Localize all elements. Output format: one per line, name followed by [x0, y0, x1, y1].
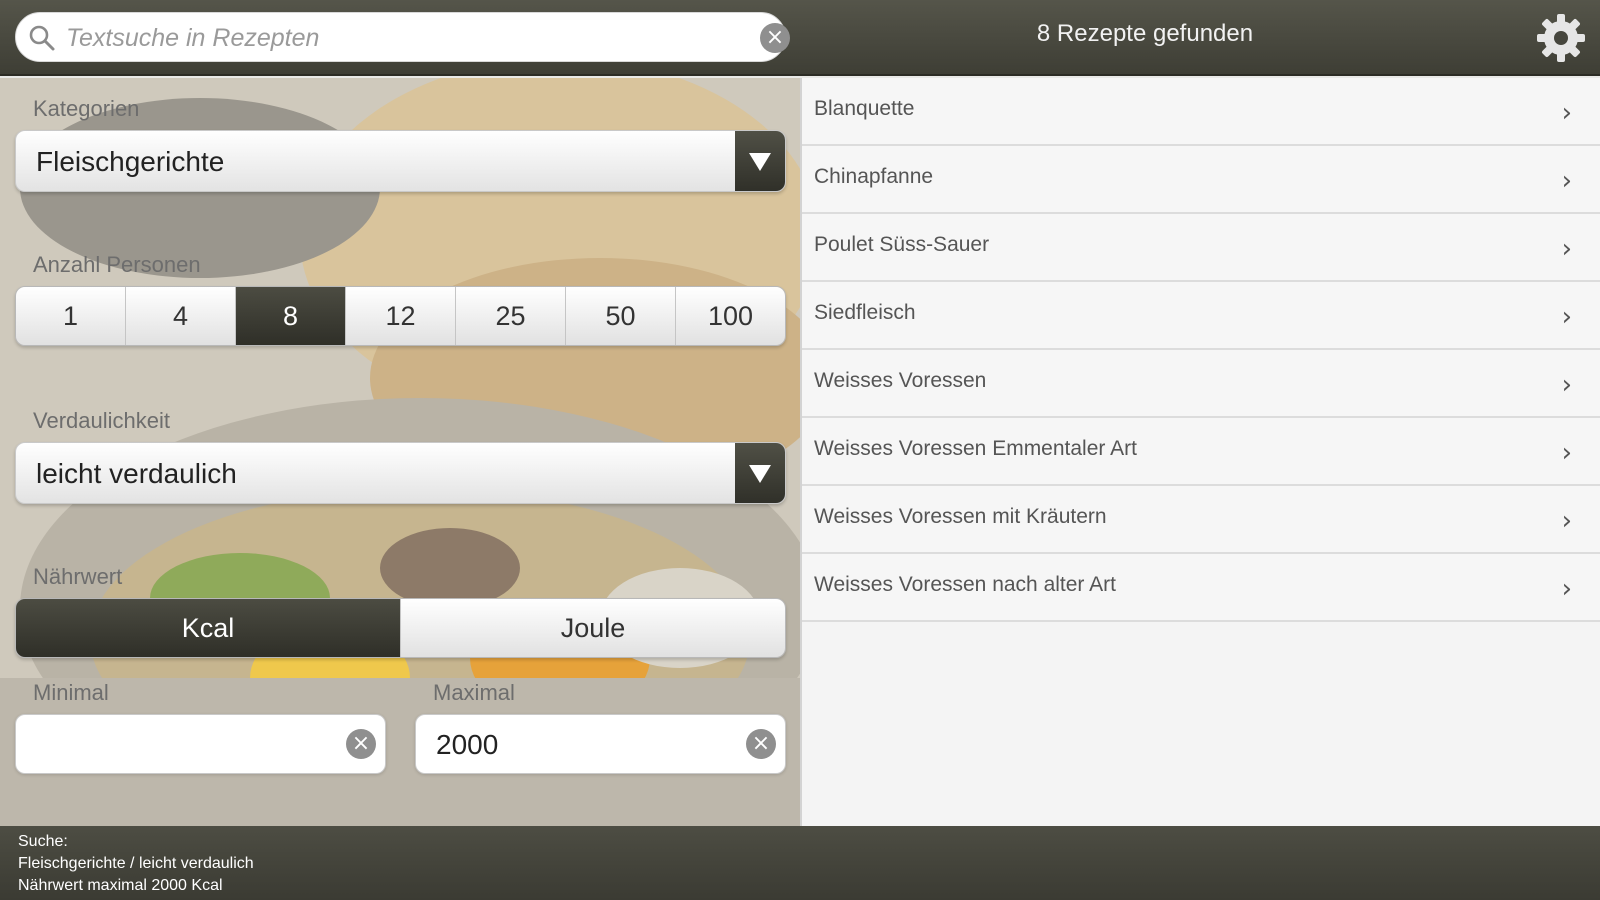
maximal-field[interactable]: × — [415, 714, 786, 774]
persons-label: Anzahl Personen — [33, 252, 201, 277]
persons-selector: 1 4 8 12 25 50 100 — [15, 286, 786, 346]
recipe-name: Blanquette — [814, 97, 915, 120]
chevron-right-icon: › — [1561, 98, 1572, 128]
recipe-name: Weisses Voressen nach alter Art — [814, 573, 1116, 596]
category-dropdown[interactable]: Fleischgerichte — [15, 130, 786, 192]
chevron-right-icon: › — [1561, 574, 1572, 604]
nutrition-label: Nährwert — [33, 564, 123, 589]
list-item[interactable]: Weisses Voressen mit Kräutern › — [802, 486, 1600, 554]
chevron-right-icon: › — [1561, 506, 1572, 536]
results-count: 8 Rezepte gefunden — [1036, 20, 1254, 47]
chevron-right-icon: › — [1561, 438, 1572, 468]
recipe-name: Weisses Voressen mit Kräutern — [814, 505, 1107, 528]
search-input[interactable] — [66, 19, 746, 57]
recipe-name: Poulet Süss-Sauer — [814, 233, 990, 256]
nutrition-unit-selector: Kcal Joule — [15, 598, 786, 658]
triangle-down-icon[interactable] — [735, 443, 785, 503]
persons-option-25[interactable]: 25 — [455, 287, 565, 345]
nutrition-option-kcal[interactable]: Kcal — [16, 599, 400, 657]
recipe-name: Chinapfanne — [814, 165, 934, 188]
top-bar: × 8 Rezepte gefunden — [0, 0, 1600, 76]
filter-panel: Kategorien Fleischgerichte Anzahl Person… — [0, 78, 800, 826]
list-item[interactable]: Weisses Voressen nach alter Art › — [802, 554, 1600, 622]
maximal-clear-icon[interactable]: × — [746, 729, 776, 759]
minimal-label: Minimal — [33, 680, 109, 705]
search-summary-bar: Suche: Fleischgerichte / leicht verdauli… — [0, 826, 1600, 900]
category-value: Fleischgerichte — [36, 146, 225, 177]
maximal-label: Maximal — [433, 680, 515, 705]
category-label: Kategorien — [33, 96, 140, 121]
persons-option-4[interactable]: 4 — [125, 287, 235, 345]
recipe-name: Weisses Voressen — [814, 369, 987, 392]
list-item[interactable]: Blanquette › — [802, 78, 1600, 146]
list-item[interactable]: Siedfleisch › — [802, 282, 1600, 350]
recipe-list: Blanquette › Chinapfanne › Poulet Süss-S… — [800, 78, 1600, 826]
search-icon — [29, 25, 55, 51]
minimal-field[interactable]: × — [15, 714, 386, 774]
digestibility-label: Verdaulichkeit — [33, 408, 170, 433]
triangle-down-icon[interactable] — [735, 131, 785, 191]
recipe-name: Siedfleisch — [814, 301, 916, 324]
chevron-right-icon: › — [1561, 166, 1572, 196]
search-bar[interactable]: × — [15, 12, 790, 62]
recipe-name: Weisses Voressen Emmentaler Art — [814, 437, 1137, 460]
chevron-right-icon: › — [1561, 302, 1572, 332]
summary-nutrition: Nährwert maximal 2000 Kcal — [18, 877, 223, 894]
persons-option-50[interactable]: 50 — [565, 287, 675, 345]
list-item[interactable]: Weisses Voressen Emmentaler Art › — [802, 418, 1600, 486]
maximal-input[interactable] — [436, 725, 736, 765]
digestibility-value: leicht verdaulich — [36, 458, 237, 489]
list-item[interactable]: Chinapfanne › — [802, 146, 1600, 214]
digestibility-dropdown[interactable]: leicht verdaulich — [15, 442, 786, 504]
summary-filters: Fleischgerichte / leicht verdaulich — [18, 855, 254, 872]
persons-option-8[interactable]: 8 — [235, 287, 345, 345]
list-item[interactable]: Weisses Voressen › — [802, 350, 1600, 418]
search-clear-icon[interactable]: × — [760, 23, 790, 53]
persons-option-100[interactable]: 100 — [675, 287, 785, 345]
nutrition-option-joule[interactable]: Joule — [400, 599, 785, 657]
persons-option-12[interactable]: 12 — [345, 287, 455, 345]
chevron-right-icon: › — [1561, 234, 1572, 264]
gear-icon[interactable] — [1535, 12, 1587, 64]
minimal-input[interactable] — [36, 725, 336, 765]
summary-title: Suche: — [18, 833, 68, 850]
minimal-clear-icon[interactable]: × — [346, 729, 376, 759]
persons-option-1[interactable]: 1 — [16, 287, 125, 345]
chevron-right-icon: › — [1561, 370, 1572, 400]
list-item[interactable]: Poulet Süss-Sauer › — [802, 214, 1600, 282]
